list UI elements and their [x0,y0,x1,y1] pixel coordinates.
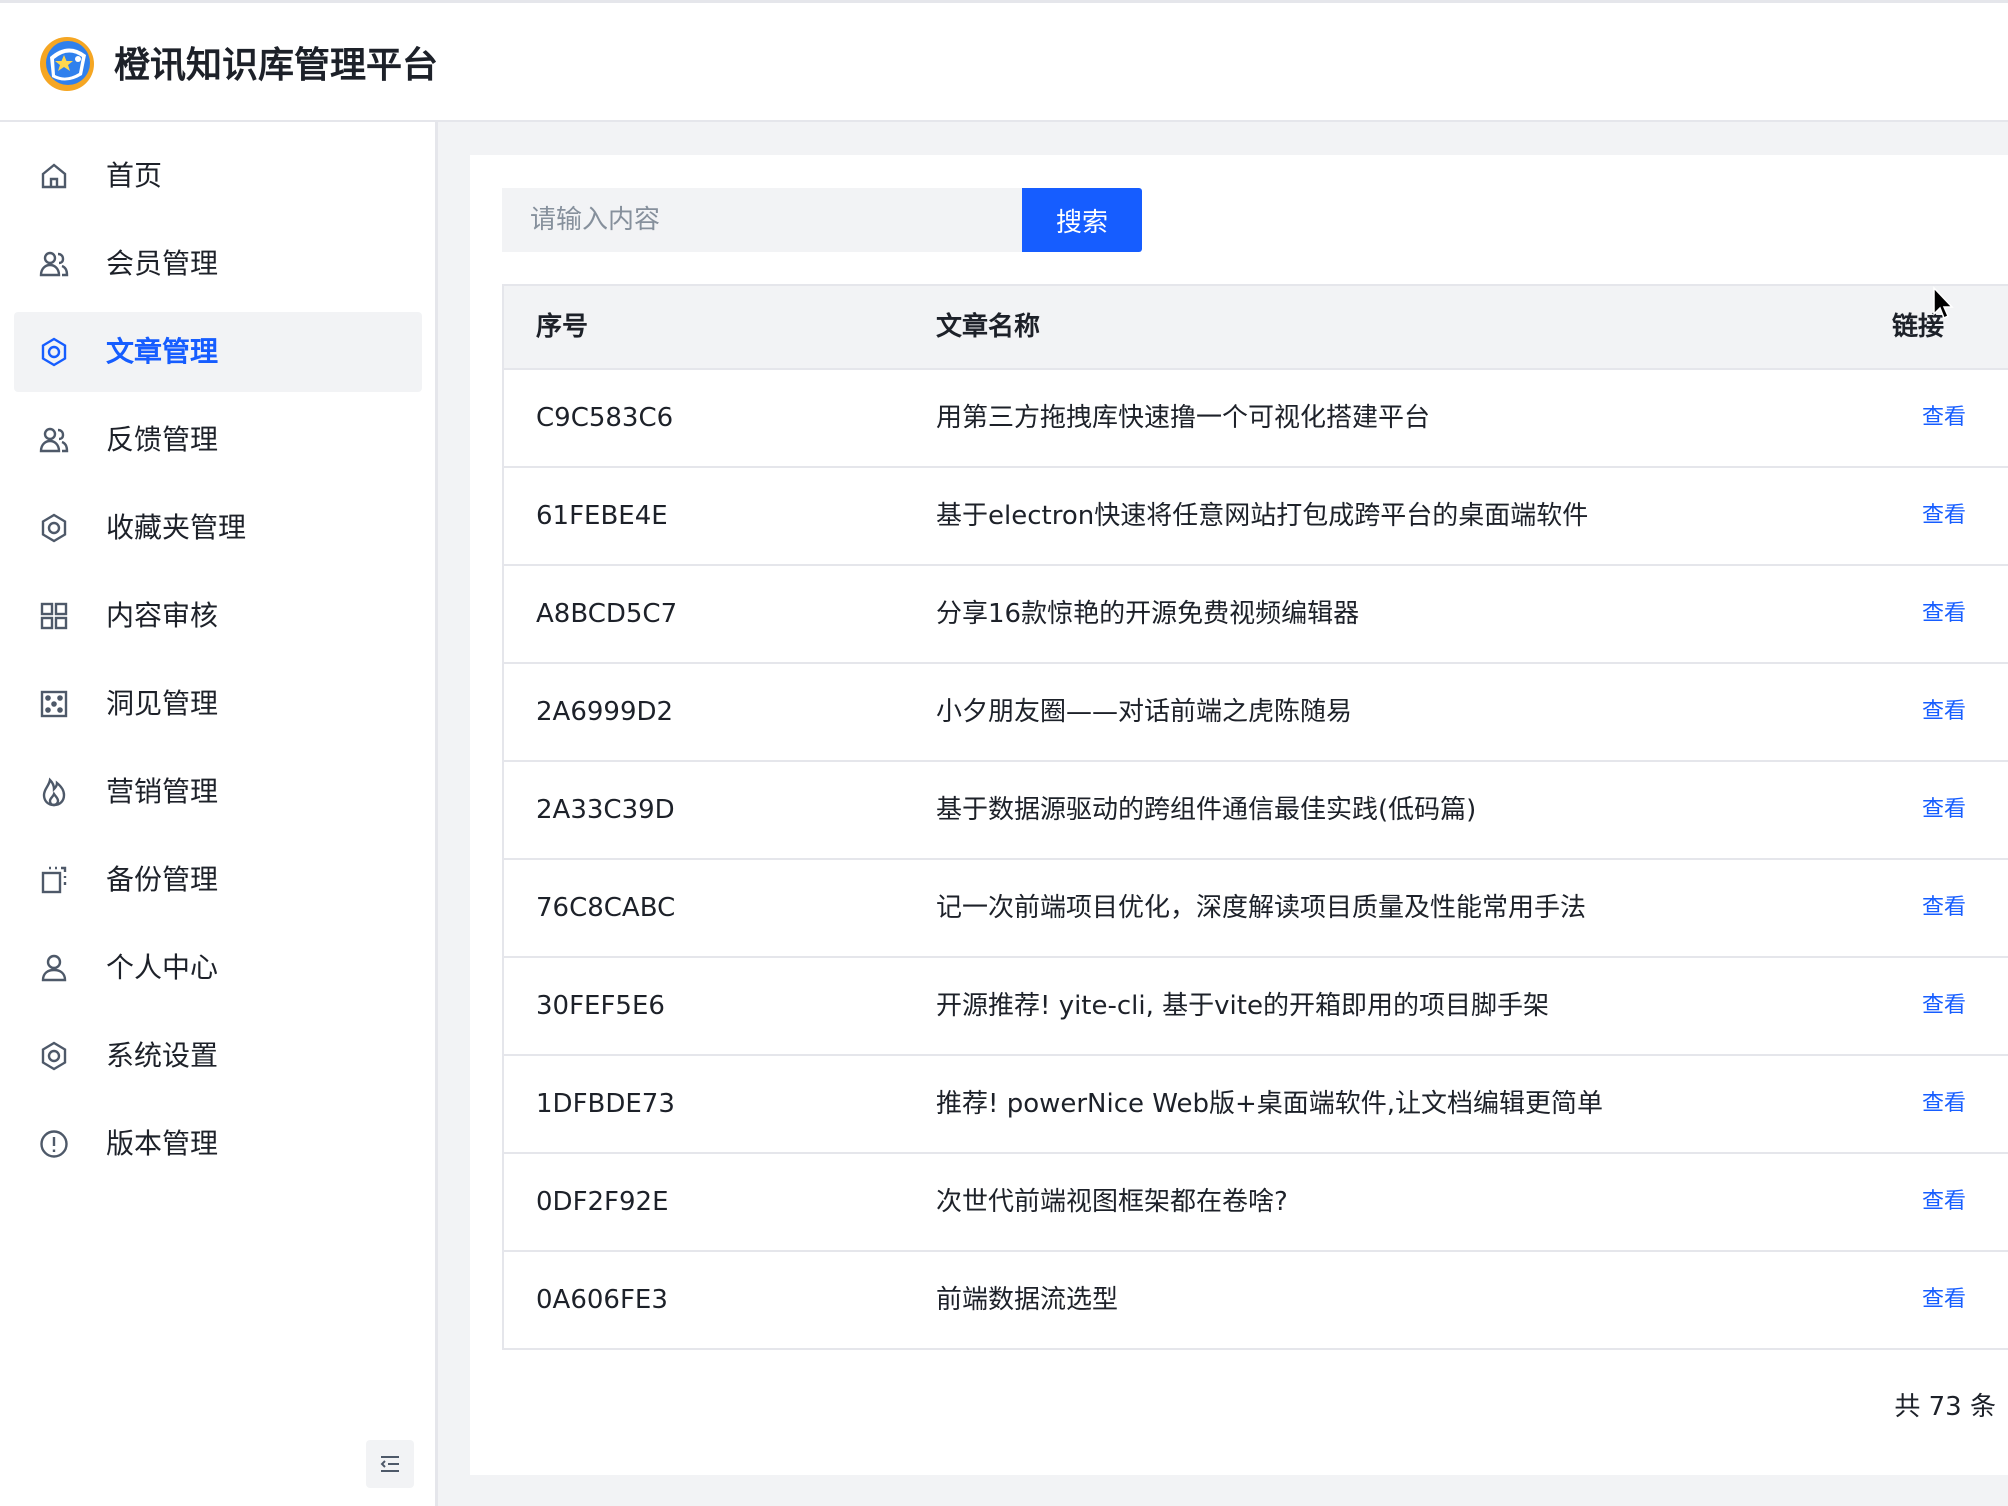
search-input[interactable] [502,188,1022,252]
row-id: C9C583C6 [536,403,674,433]
fire-icon [38,776,70,808]
sidebar-item-label: 文章管理 [106,335,219,368]
logo-icon [38,35,96,93]
sidebar: 首页 会员管理 文章管理 反馈管理 收藏夹管理 内容审核 洞见管理 营销管理 备… [0,122,438,1506]
table-row: 1DFBDE73 推荐! powerNice Web版+桌面端软件,让文档编辑更… [504,1056,2008,1154]
view-link[interactable]: 查看 [1922,1154,1966,1250]
table-row: 76C8CABC 记一次前端项目优化，深度解读项目质量及性能常用手法 查看 [504,860,2008,958]
gear-icon [38,336,70,368]
pagination-total: 共 73 条 [1894,1392,1996,1422]
sidebar-item-label: 备份管理 [106,863,219,896]
sidebar-item-label: 版本管理 [106,1127,219,1160]
view-link[interactable]: 查看 [1922,1056,1966,1152]
table-row: 2A6999D2 小夕朋友圈——对话前端之虎陈随易 查看 [504,664,2008,762]
sidebar-item-label: 洞见管理 [106,687,219,720]
sidebar-item-label: 反馈管理 [106,423,219,456]
view-link[interactable]: 查看 [1922,860,1966,956]
column-header-name: 文章名称 [936,312,1041,342]
gear-icon [38,1040,70,1072]
table-row: C9C583C6 用第三方拖拽库快速撸一个可视化搭建平台 查看 [504,370,2008,468]
sidebar-item-home[interactable]: 首页 [14,136,422,216]
row-article-name: 分享16款惊艳的开源免费视频编辑器 [936,599,1360,629]
row-id: 1DFBDE73 [536,1089,675,1119]
gear-icon [38,512,70,544]
sidebar-item-profile[interactable]: 个人中心 [14,928,422,1008]
row-id: 61FEBE4E [536,501,668,531]
view-link[interactable]: 查看 [1922,762,1966,858]
row-article-name: 记一次前端项目优化，深度解读项目质量及性能常用手法 [936,893,1587,923]
table-row: A8BCD5C7 分享16款惊艳的开源免费视频编辑器 查看 [504,566,2008,664]
grid-icon [38,600,70,632]
row-id: 2A33C39D [536,795,675,825]
main-content: 搜索 序号 文章名称 链接 C9C583C6 用第三方拖拽库快速撸一个可视化搭建… [470,155,2008,1475]
view-link[interactable]: 查看 [1922,664,1966,760]
sidebar-item-articles[interactable]: 文章管理 [14,312,422,392]
row-article-name: 用第三方拖拽库快速撸一个可视化搭建平台 [936,403,1431,433]
sidebar-item-insights[interactable]: 洞见管理 [14,664,422,744]
table-row: 0DF2F92E 次世代前端视图框架都在卷啥? 查看 [504,1154,2008,1252]
table-header: 序号 文章名称 链接 [504,286,2008,370]
article-table: 序号 文章名称 链接 C9C583C6 用第三方拖拽库快速撸一个可视化搭建平台 … [502,284,2008,1350]
row-id: 30FEF5E6 [536,991,665,1021]
sidebar-item-label: 收藏夹管理 [106,511,247,544]
table-body: C9C583C6 用第三方拖拽库快速撸一个可视化搭建平台 查看 61FEBE4E… [504,370,2008,1348]
mouse-cursor-icon [1933,286,1954,320]
dice-icon [38,688,70,720]
sidebar-item-label: 营销管理 [106,775,219,808]
row-id: A8BCD5C7 [536,599,678,629]
row-article-name: 开源推荐! yite-cli, 基于vite的开箱即用的项目脚手架 [936,991,1549,1021]
row-article-name: 前端数据流选型 [936,1285,1119,1315]
table-row: 2A33C39D 基于数据源驱动的跨组件通信最佳实践(低码篇) 查看 [504,762,2008,860]
row-id: 0DF2F92E [536,1187,669,1217]
sidebar-item-backup[interactable]: 备份管理 [14,840,422,920]
sidebar-item-marketing[interactable]: 营销管理 [14,752,422,832]
top-header: 橙讯知识库管理平台 [0,0,2008,122]
table-row: 30FEF5E6 开源推荐! yite-cli, 基于vite的开箱即用的项目脚… [504,958,2008,1056]
exclamation-circle-icon [38,1128,70,1160]
home-icon [38,160,70,192]
view-link[interactable]: 查看 [1922,1252,1966,1348]
sidebar-item-label: 会员管理 [106,247,219,280]
search-button[interactable]: 搜索 [1022,188,1142,252]
user-icon [38,952,70,984]
row-id: 76C8CABC [536,893,676,923]
view-link[interactable]: 查看 [1922,958,1966,1054]
sidebar-item-label: 个人中心 [106,951,219,984]
copy-icon [38,864,70,896]
sidebar-item-favorites[interactable]: 收藏夹管理 [14,488,422,568]
sidebar-item-label: 首页 [106,159,163,192]
table-row: 61FEBE4E 基于electron快速将任意网站打包成跨平台的桌面端软件 查… [504,468,2008,566]
row-article-name: 次世代前端视图框架都在卷啥? [936,1187,1288,1217]
row-article-name: 基于数据源驱动的跨组件通信最佳实践(低码篇) [936,795,1477,825]
sidebar-item-feedback[interactable]: 反馈管理 [14,400,422,480]
sidebar-item-content-review[interactable]: 内容审核 [14,576,422,656]
menu-fold-icon [380,1456,399,1472]
column-header-id: 序号 [536,312,589,342]
row-article-name: 小夕朋友圈——对话前端之虎陈随易 [936,697,1353,727]
table-row: 0A606FE3 前端数据流选型 查看 [504,1252,2008,1348]
row-id: 2A6999D2 [536,697,674,727]
users-icon [38,424,70,456]
row-article-name: 推荐! powerNice Web版+桌面端软件,让文档编辑更简单 [936,1089,1604,1119]
sidebar-item-settings[interactable]: 系统设置 [14,1016,422,1096]
sidebar-item-label: 内容审核 [106,599,219,632]
collapse-sidebar-button[interactable] [366,1440,414,1488]
view-link[interactable]: 查看 [1922,370,1966,466]
row-id: 0A606FE3 [536,1285,668,1315]
row-article-name: 基于electron快速将任意网站打包成跨平台的桌面端软件 [936,501,1589,531]
sidebar-item-versions[interactable]: 版本管理 [14,1104,422,1184]
users-icon [38,248,70,280]
sidebar-item-members[interactable]: 会员管理 [14,224,422,304]
sidebar-item-label: 系统设置 [106,1039,219,1072]
app-title: 橙讯知识库管理平台 [114,45,439,86]
view-link[interactable]: 查看 [1922,566,1966,662]
view-link[interactable]: 查看 [1922,468,1966,564]
